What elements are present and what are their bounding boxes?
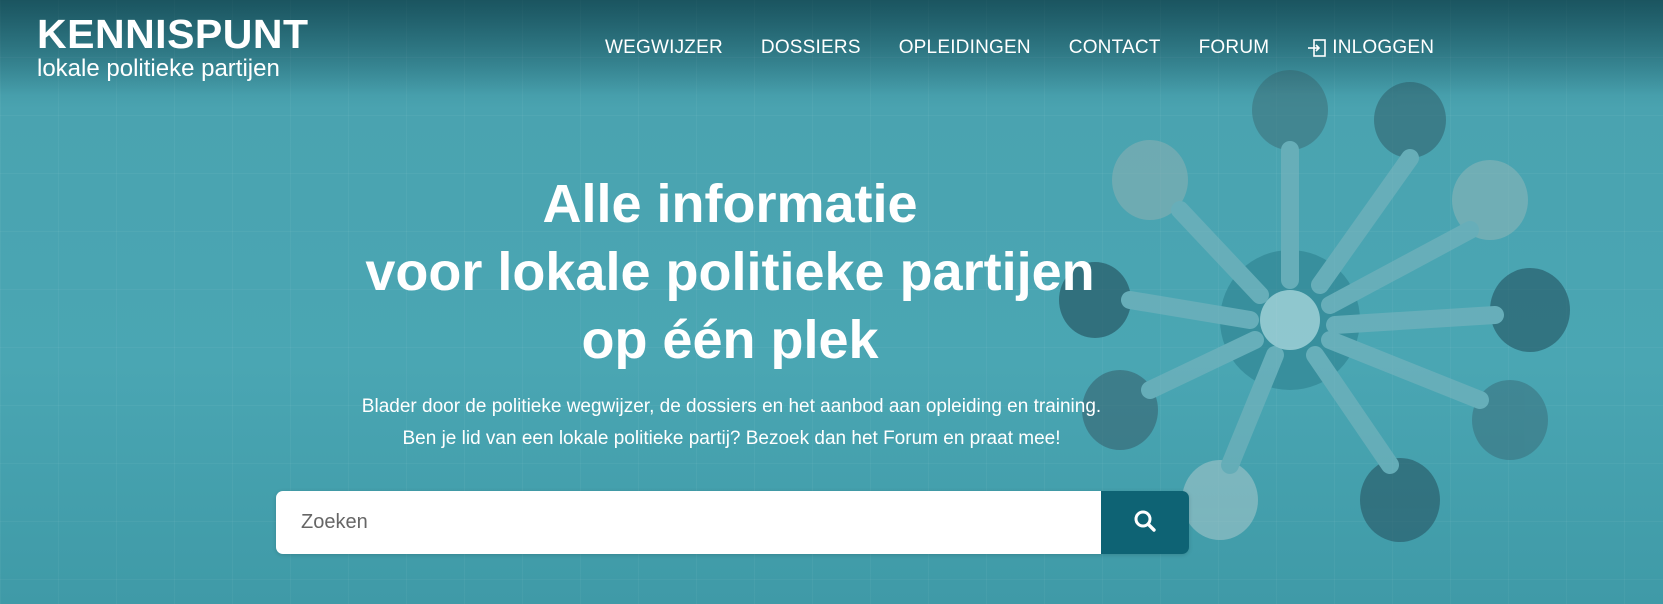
main-nav: WEGWIJZER DOSSIERS OPLEIDINGEN CONTACT F… bbox=[605, 37, 1434, 59]
nav-item-wegwijzer[interactable]: WEGWIJZER bbox=[605, 37, 723, 59]
hero-banner: KENNISPUNT lokale politieke partijen WEG… bbox=[0, 0, 1663, 604]
search-button[interactable] bbox=[1101, 491, 1189, 554]
logo-subtitle: lokale politieke partijen bbox=[37, 55, 280, 82]
nav-item-inloggen[interactable]: INLOGGEN bbox=[1307, 37, 1434, 59]
nav-item-contact[interactable]: CONTACT bbox=[1069, 37, 1161, 59]
search-input[interactable] bbox=[276, 491, 1101, 554]
search-form bbox=[276, 491, 1189, 554]
site-logo[interactable]: KENNISPUNT lokale politieke partijen bbox=[37, 14, 309, 82]
login-icon bbox=[1307, 38, 1327, 58]
hero-intro: Blader door de politieke wegwijzer, de d… bbox=[0, 391, 1463, 455]
headline-line-3: op één plek bbox=[581, 310, 879, 370]
logo-title: KENNISPUNT bbox=[37, 11, 309, 57]
headline-line-2: voor lokale politieke partijen bbox=[365, 242, 1095, 302]
headline-line-1: Alle informatie bbox=[542, 174, 918, 234]
hero-headline: Alle informatie voor lokale politieke pa… bbox=[0, 170, 1460, 374]
intro-line-1: Blader door de politieke wegwijzer, de d… bbox=[361, 396, 1102, 417]
nav-item-opleidingen[interactable]: OPLEIDINGEN bbox=[899, 37, 1031, 59]
login-label: INLOGGEN bbox=[1332, 37, 1435, 58]
nav-item-dossiers[interactable]: DOSSIERS bbox=[761, 37, 861, 59]
intro-line-2: Ben je lid van een lokale politieke part… bbox=[402, 428, 1061, 449]
nav-item-forum[interactable]: FORUM bbox=[1199, 37, 1270, 59]
search-icon bbox=[1133, 509, 1157, 536]
